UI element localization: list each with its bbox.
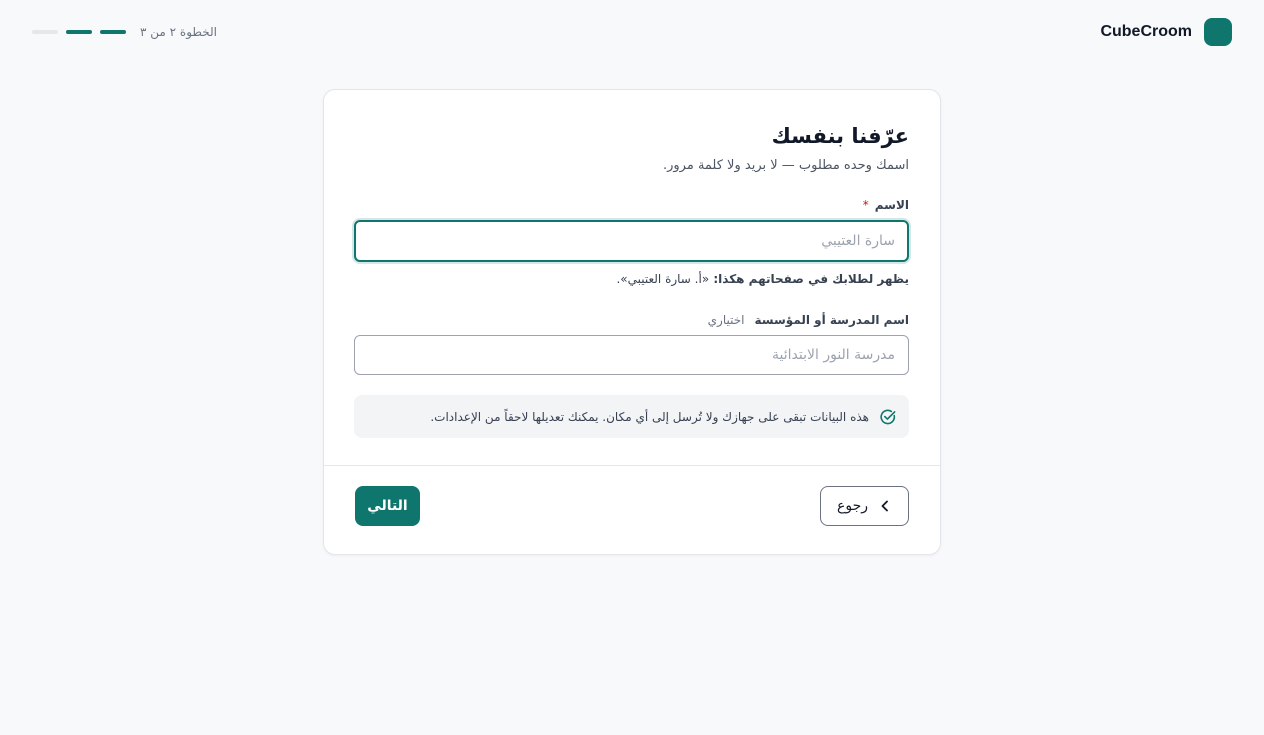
step-counter: الخطوة ٢ من ٣ xyxy=(140,25,217,39)
chevron-left-icon xyxy=(878,499,892,513)
card-subtitle: اسمك وحده مطلوب — لا بريد ولا كلمة مرور. xyxy=(662,158,909,173)
brand-name: CubeCroom xyxy=(1100,23,1192,40)
step-progress: الخطوة ٢ من ٣ xyxy=(32,22,217,42)
school-input[interactable]: مدرسة النور الابتدائية xyxy=(354,335,909,375)
step-bar-1 xyxy=(100,30,126,34)
required-mark: * xyxy=(862,198,869,212)
step-bar-3 xyxy=(32,30,58,34)
card-body: عرّفنا بنفسك اسمك وحده مطلوب — لا بريد و… xyxy=(324,90,940,438)
check-circle-icon xyxy=(879,408,897,426)
school-label-row: اسم المدرسة أو المؤسسة اختياري xyxy=(355,311,909,329)
back-button[interactable]: رجوع xyxy=(820,486,909,526)
school-field: اسم المدرسة أو المؤسسة اختياري مدرسة الن… xyxy=(354,311,909,375)
name-label: الاسم xyxy=(874,198,909,212)
optional-text: اختياري xyxy=(707,313,745,327)
school-input-placeholder: مدرسة النور الابتدائية xyxy=(772,347,895,363)
name-label-row: الاسم * xyxy=(355,196,909,214)
next-button[interactable]: التالي xyxy=(355,486,420,526)
step-bar-2 xyxy=(66,30,92,34)
name-hint-example: «أ. سارة العتيبي». xyxy=(616,272,710,286)
brand-logo-icon xyxy=(1204,18,1232,46)
profile-card: عرّفنا بنفسك اسمك وحده مطلوب — لا بريد و… xyxy=(323,89,941,555)
name-hint: يظهر لطلابك في صفحاتهم هكذا: «أ. سارة ال… xyxy=(355,270,909,288)
card-title: عرّفنا بنفسك xyxy=(771,124,909,148)
name-input-placeholder: سارة العتيبي xyxy=(821,233,895,249)
top-bar: CubeCroom الخطوة ٢ من ٣ xyxy=(0,0,1264,64)
name-input[interactable]: سارة العتيبي xyxy=(354,220,909,262)
back-button-label: رجوع xyxy=(837,498,869,514)
privacy-notice-text: هذه البيانات تبقى على جهازك ولا تُرسل إل… xyxy=(430,409,869,424)
step-bars xyxy=(32,30,126,34)
brand: CubeCroom xyxy=(1100,18,1232,46)
school-label: اسم المدرسة أو المؤسسة xyxy=(754,313,910,327)
card-footer: رجوع التالي xyxy=(355,486,909,526)
footer-divider xyxy=(324,465,940,466)
name-hint-prefix: يظهر لطلابك في صفحاتهم هكذا: xyxy=(709,272,909,286)
privacy-notice: هذه البيانات تبقى على جهازك ولا تُرسل إل… xyxy=(354,395,909,438)
next-button-label: التالي xyxy=(367,498,408,514)
